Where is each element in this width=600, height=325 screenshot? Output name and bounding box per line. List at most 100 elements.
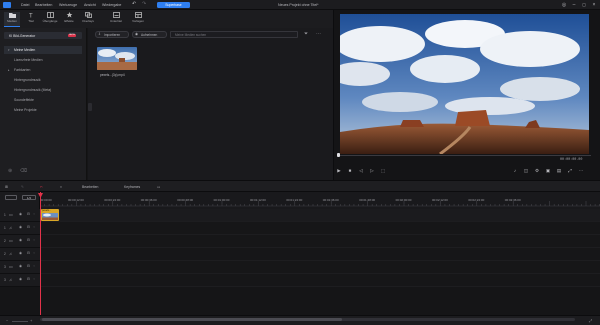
fit-timeline-icon[interactable] [5, 195, 17, 200]
sidebar-item-background-music-meta[interactable]: Hintergrundmusik (Meta) [4, 86, 82, 94]
lock-icon[interactable]: ⊟ [27, 251, 30, 255]
minimize-icon[interactable]: – [571, 2, 577, 8]
play-icon[interactable]: ▶ [336, 168, 342, 174]
edit-button[interactable]: Bearbeiten [82, 183, 98, 191]
menu-file[interactable]: Datei [21, 3, 29, 7]
mute-icon[interactable]: ◌ [33, 277, 35, 281]
lock-icon[interactable]: ⊟ [27, 264, 30, 268]
sidebar-item-color-boards[interactable]: ▸ Farbkarten [4, 66, 82, 74]
cut-icon[interactable]: ✂ [40, 183, 43, 191]
ai-image-generator-button[interactable]: KI Bild-Generator BETA [4, 32, 82, 39]
timeline-settings-icon[interactable]: ⊞ [5, 183, 8, 191]
previous-frame-icon[interactable]: ◁ [358, 168, 364, 174]
menu-tools[interactable]: Werkzeuge [59, 3, 77, 7]
mute-icon[interactable]: ◌ [33, 264, 35, 268]
import-button[interactable]: ⇩ Importieren [95, 31, 129, 38]
ruler-tick-label: 00:00:12:00 [68, 198, 84, 202]
playhead[interactable] [40, 192, 41, 315]
volume-icon[interactable]: ♪ [512, 168, 518, 174]
mute-icon[interactable]: ◌ [33, 238, 35, 242]
sidebar-item-background-music[interactable]: Hintergrundmusik [4, 76, 82, 84]
keyframes-button[interactable]: Keyframes [124, 183, 140, 191]
tab-transitions[interactable]: Übergänge [42, 12, 58, 27]
sidebar-item-my-media[interactable]: ▾ Meine Medien [4, 46, 82, 54]
sidebar-item-free-media[interactable]: Lizenzfreie Medien [4, 56, 82, 64]
next-frame-icon[interactable]: ▷ [369, 168, 375, 174]
zoom-fit-icon[interactable]: ⤢ [589, 318, 592, 323]
eye-icon[interactable]: ◉ [19, 238, 22, 242]
track-header[interactable]: 3 ♫ ◉ ⊟ ◌ [0, 274, 40, 287]
eye-icon[interactable]: ◉ [19, 264, 22, 268]
zoom-level[interactable]: 1/4 [22, 195, 36, 200]
track-header[interactable]: 1 ▭ ◉ ⊟ ◌ [0, 209, 40, 222]
stop-icon[interactable]: ■ [347, 168, 353, 174]
lock-icon[interactable]: ⊟ [27, 225, 30, 229]
track-lane[interactable] [40, 235, 600, 248]
track-lane[interactable] [40, 248, 600, 261]
zoom-in-icon[interactable]: + [30, 318, 32, 323]
eye-icon[interactable]: ◉ [19, 212, 22, 216]
sidebar-item-sound-effects[interactable]: Soundeffekte [4, 96, 82, 104]
track-lane[interactable] [40, 261, 600, 274]
mute-icon[interactable]: ◌ [33, 225, 35, 229]
tab-media[interactable]: Medien [4, 12, 20, 27]
upgrade-button[interactable]: Superbase [157, 2, 190, 8]
settings-icon[interactable]: ⚙ [534, 168, 540, 174]
menu-edit[interactable]: Bearbeiten [35, 3, 52, 7]
timeline-scroll-thumb[interactable] [42, 318, 342, 321]
zoom-out-icon[interactable]: − [6, 318, 8, 323]
eye-icon[interactable]: ◉ [19, 251, 22, 255]
redo-icon[interactable]: ↷ [142, 1, 146, 7]
tab-templates[interactable]: Vorlagen [130, 12, 146, 27]
search-input[interactable]: Meine Medien suchen [170, 31, 298, 38]
tab-overlays[interactable]: Overlays [80, 12, 96, 27]
maximize-icon[interactable]: ▢ [581, 2, 587, 8]
quality-icon[interactable]: ▣ [545, 168, 551, 174]
fullscreen-preview-icon[interactable]: ⬚ [380, 168, 386, 174]
lock-icon[interactable]: ⊟ [27, 212, 30, 216]
close-icon[interactable]: × [591, 2, 597, 8]
track-lane[interactable] [40, 222, 600, 235]
mute-icon[interactable]: ◌ [33, 212, 35, 216]
lock-icon[interactable]: ⊟ [27, 277, 30, 281]
crop-icon[interactable]: ⌗ [60, 183, 62, 191]
display-mode-icon[interactable]: ▤ [556, 168, 562, 174]
tab-subtitles[interactable]: Untertitel [108, 12, 124, 27]
snapshot-icon[interactable]: ◫ [523, 168, 529, 174]
tab-title[interactable]: T Titel [23, 12, 39, 27]
track-lane[interactable] [40, 209, 600, 222]
track-header[interactable]: 3 ▭ ◉ ⊟ ◌ [0, 261, 40, 274]
more-options-icon[interactable]: ⋯ [316, 31, 321, 37]
undo-icon[interactable]: ↶ [132, 1, 136, 7]
eye-icon[interactable]: ◉ [19, 277, 22, 281]
sidebar-item-my-projects[interactable]: Meine Projekte [4, 106, 82, 114]
record-button[interactable]: ◉ Aufnehmen [132, 31, 167, 38]
render-preview-icon[interactable]: ▭ [157, 183, 160, 191]
more-preview-options-icon[interactable]: ⋯ [578, 168, 584, 174]
preview-scrubber[interactable] [338, 155, 591, 156]
mute-icon[interactable]: ◌ [33, 251, 35, 255]
filter-icon[interactable]: ⏷ [304, 31, 308, 37]
menu-view[interactable]: Ansicht [84, 3, 96, 7]
overlay-icon [84, 12, 92, 18]
collapse-sidebar-handle[interactable] [88, 103, 92, 111]
media-thumbnail[interactable] [97, 47, 137, 70]
track-header[interactable]: 2 ▭ ◉ ⊟ ◌ [0, 235, 40, 248]
timeline-video-clip[interactable]: pexels... [41, 209, 59, 221]
track-header[interactable]: 1 ♫ ◉ ⊟ ◌ [0, 222, 40, 235]
pen-icon[interactable]: ✎ [21, 183, 24, 191]
title-bar: Datei Bearbeiten Werkzeuge Ansicht Wiede… [0, 0, 600, 10]
eye-icon[interactable]: ◉ [19, 225, 22, 229]
tab-effects[interactable]: Effekte [61, 12, 77, 27]
scrubber-handle[interactable] [337, 153, 340, 157]
track-lane[interactable] [40, 274, 600, 287]
lock-icon[interactable]: ⊟ [27, 238, 30, 242]
zoom-slider[interactable] [12, 320, 28, 322]
menu-playback[interactable]: Wiedergabe [102, 3, 121, 7]
preview-frame-image [340, 14, 589, 154]
delete-icon[interactable]: ⌫ [20, 168, 27, 174]
track-header[interactable]: 2 ♫ ◉ ⊟ ◌ [0, 248, 40, 261]
expand-icon[interactable]: ⤢ [567, 168, 573, 174]
account-icon[interactable]: ◎ [561, 2, 567, 8]
add-folder-icon[interactable]: ⊕ [8, 168, 12, 174]
